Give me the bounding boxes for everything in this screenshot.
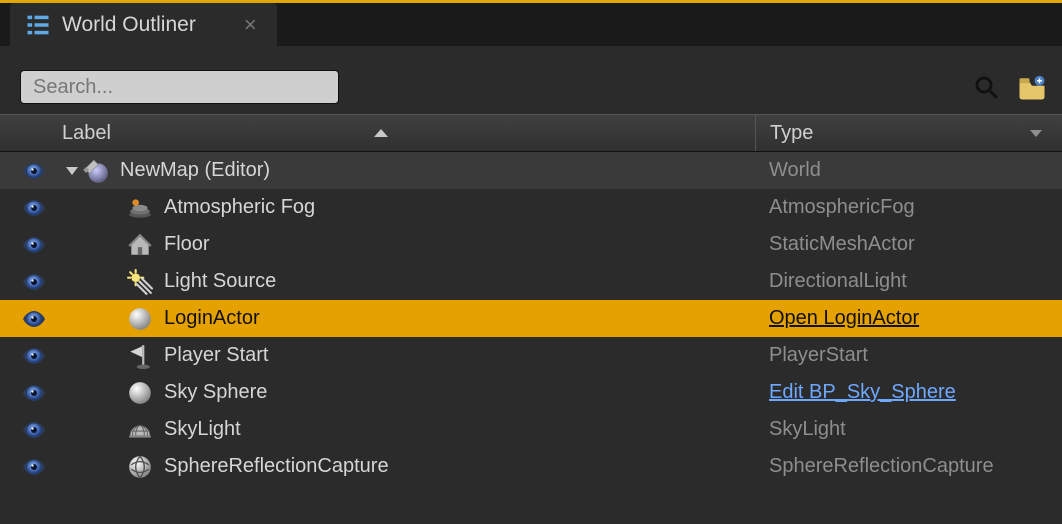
actor-type: World xyxy=(755,159,821,182)
visibility-toggle[interactable] xyxy=(20,273,48,291)
actor-row[interactable]: SphereReflectionCapture SphereReflectionC… xyxy=(0,448,1062,485)
visibility-toggle[interactable] xyxy=(20,199,48,217)
visibility-toggle[interactable] xyxy=(20,347,48,365)
actor-label: Floor xyxy=(164,233,210,256)
tab-world-outliner[interactable]: World Outliner × xyxy=(10,3,277,46)
actor-label: Light Source xyxy=(164,270,276,293)
visibility-toggle[interactable] xyxy=(20,162,48,180)
search-icon xyxy=(974,75,998,99)
actor-label: Sky Sphere xyxy=(164,381,267,404)
flag-icon xyxy=(126,342,154,370)
fog-icon xyxy=(126,194,154,222)
visibility-toggle[interactable] xyxy=(20,310,48,328)
actor-row[interactable]: LoginActor Open LoginActor xyxy=(0,300,1062,337)
visibility-toggle[interactable] xyxy=(20,421,48,439)
sphere-icon xyxy=(126,305,154,333)
reflect-icon xyxy=(126,453,154,481)
search-input[interactable] xyxy=(20,70,339,104)
actor-label: SkyLight xyxy=(164,418,241,441)
actor-label: SphereReflectionCapture xyxy=(164,455,389,478)
actor-type: StaticMeshActor xyxy=(755,233,915,256)
actor-row[interactable]: SkyLight SkyLight xyxy=(0,411,1062,448)
actor-type: DirectionalLight xyxy=(755,270,907,293)
tab-bar: World Outliner × xyxy=(0,0,1062,46)
actor-row[interactable]: Sky Sphere Edit BP_Sky_Sphere xyxy=(0,374,1062,411)
house-icon xyxy=(126,231,154,259)
actor-row[interactable]: NewMap (Editor) World xyxy=(0,152,1062,189)
world-outliner-panel: Label Type NewMap (Editor) World Atmospher… xyxy=(0,46,1062,524)
light-icon xyxy=(126,268,154,296)
visibility-toggle[interactable] xyxy=(20,236,48,254)
sphere-icon xyxy=(126,379,154,407)
actor-label: LoginActor xyxy=(164,307,260,330)
actor-type: AtmosphericFog xyxy=(755,196,915,219)
sort-ascending-icon xyxy=(374,129,388,137)
visibility-toggle[interactable] xyxy=(20,458,48,476)
type-column-header[interactable]: Type xyxy=(755,115,1062,151)
actor-type[interactable]: Open LoginActor xyxy=(755,307,919,330)
label-column-header[interactable]: Label xyxy=(20,122,755,145)
dome-icon xyxy=(126,416,154,444)
actor-type[interactable]: Edit BP_Sky_Sphere xyxy=(755,381,956,404)
actor-row[interactable]: Atmospheric Fog AtmosphericFog xyxy=(0,189,1062,226)
tab-title: World Outliner xyxy=(62,13,196,37)
actor-label: Player Start xyxy=(164,344,268,367)
actor-row[interactable]: Floor StaticMeshActor xyxy=(0,226,1062,263)
world-icon xyxy=(82,157,110,185)
visibility-toggle[interactable] xyxy=(20,384,48,402)
actor-label: Atmospheric Fog xyxy=(164,196,315,219)
column-menu-icon[interactable] xyxy=(1030,130,1042,137)
actor-label: NewMap (Editor) xyxy=(120,159,270,182)
actor-row[interactable]: Player Start PlayerStart xyxy=(0,337,1062,374)
column-header[interactable]: Label Type xyxy=(0,114,1062,152)
actor-type: SphereReflectionCapture xyxy=(755,455,994,478)
close-icon[interactable]: × xyxy=(244,14,257,36)
expand-toggle[interactable] xyxy=(66,167,78,175)
actor-type: SkyLight xyxy=(755,418,846,441)
actor-row[interactable]: Light Source DirectionalLight xyxy=(0,263,1062,300)
list-icon xyxy=(24,11,52,39)
actor-type: PlayerStart xyxy=(755,344,868,367)
actor-list: NewMap (Editor)WorldAtmospheric FogAtmos… xyxy=(0,152,1062,485)
new-folder-button[interactable] xyxy=(1014,70,1050,104)
